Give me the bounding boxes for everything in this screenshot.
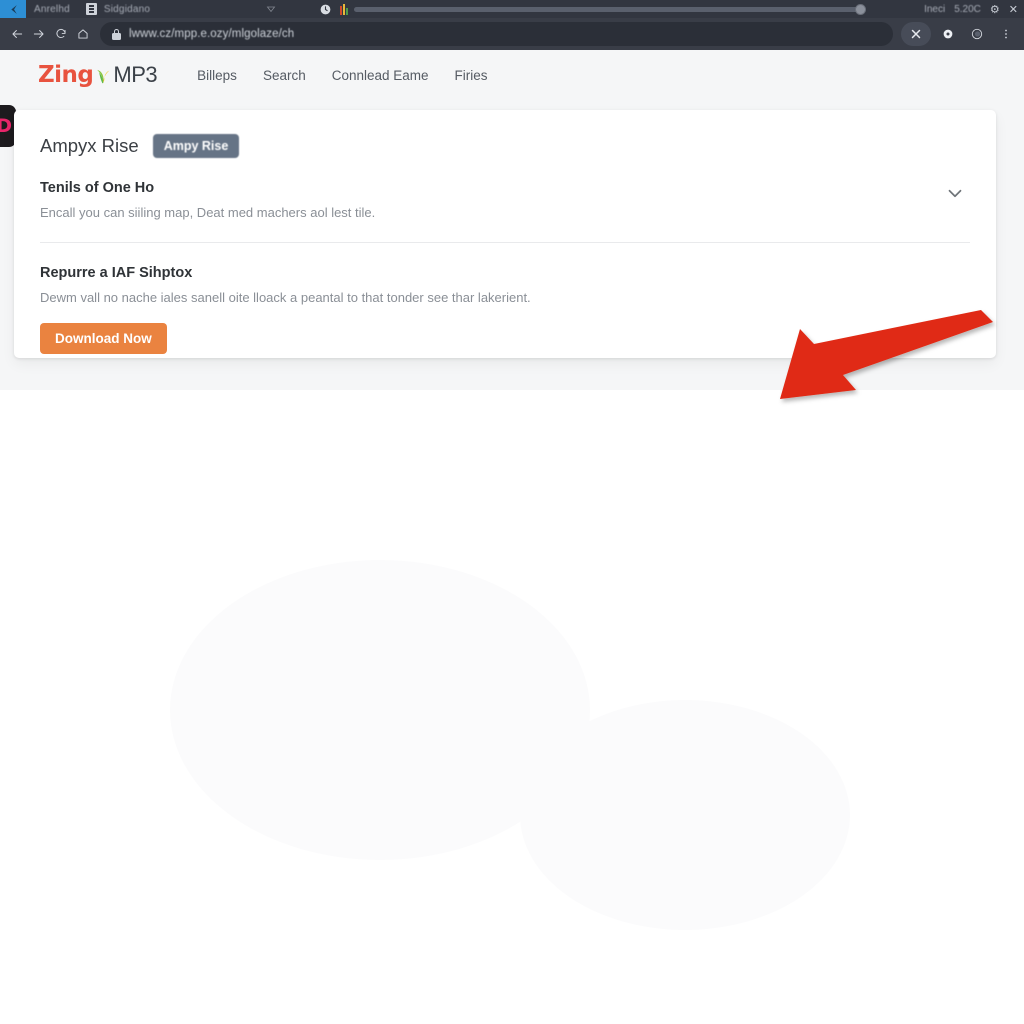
status-text-right: 5.20C	[954, 3, 981, 15]
toolbar-actions	[901, 22, 1018, 46]
section-1-description: Encall you can siiling map, Deat med mac…	[40, 205, 376, 220]
slider-knob[interactable]	[855, 3, 867, 15]
status-badge: Ampy Rise	[152, 134, 240, 158]
progress-slider[interactable]	[354, 3, 867, 15]
gear-icon	[943, 29, 953, 39]
arrow-right-icon	[33, 30, 44, 38]
site-nav: Billeps Search Connlead Eame Firies	[197, 68, 487, 83]
nav-link-firies[interactable]: Firies	[455, 68, 488, 83]
card-title-row: Ampyx Rise Ampy Rise	[14, 110, 996, 158]
tab-title-1[interactable]: Anrelhd	[34, 4, 70, 15]
leaf-icon	[95, 66, 111, 84]
section-2-heading: Repurre a IAF Sihptox	[40, 264, 193, 281]
screenshot-root: Anrelhd Sidgidano Ineci 5.20C ⚙ ✕ lwww.c…	[0, 0, 1024, 1024]
extensions-icon	[911, 29, 921, 39]
favicon-glyph	[10, 4, 17, 14]
page-title: Ampyx Rise	[40, 135, 139, 156]
nav-link-search[interactable]: Search	[263, 68, 306, 83]
strip-settings-icon[interactable]: ⚙	[990, 3, 1000, 16]
reload-button[interactable]	[50, 23, 72, 45]
browser-menu-button[interactable]	[994, 22, 1018, 46]
settings-button[interactable]	[936, 22, 960, 46]
leaf-glyph	[97, 69, 110, 84]
dropdown-triangle-icon[interactable]	[265, 3, 277, 15]
forward-button[interactable]	[28, 23, 50, 45]
nav-link-connlead-eame[interactable]: Connlead Eame	[332, 68, 429, 83]
extensions-button[interactable]	[901, 22, 931, 46]
profile-icon	[971, 28, 983, 40]
browser-toolbar: lwww.cz/mpp.e.ozy/mlgolaze/ch	[0, 18, 1024, 50]
corner-badge-glyph: D	[0, 115, 12, 137]
site-header: Zing MP3 Billeps Search Connlead Eame Fi…	[0, 50, 1024, 100]
site-logo[interactable]: Zing MP3	[38, 62, 158, 88]
back-button[interactable]	[6, 23, 28, 45]
more-vertical-icon	[1005, 29, 1007, 39]
lock-icon	[112, 28, 121, 40]
arrow-glyph	[780, 310, 993, 399]
section-1-heading: Tenils of One Ho	[40, 180, 155, 196]
arrow-shape	[780, 310, 993, 399]
card-section-1[interactable]: Tenils of One Ho Encall you can siiling …	[14, 158, 996, 222]
close-icon[interactable]: ✕	[1009, 3, 1018, 16]
logo-primary-text: Zing	[38, 62, 94, 88]
background-smudge-2	[520, 700, 850, 930]
chevron-down-icon[interactable]	[944, 182, 966, 204]
reload-icon	[56, 28, 66, 39]
tab-title-2[interactable]: Sidgidano	[104, 4, 150, 15]
home-icon	[78, 29, 88, 39]
chevron-down-glyph	[948, 189, 962, 198]
home-button[interactable]	[72, 23, 94, 45]
clock-icon[interactable]	[319, 3, 332, 16]
arrow-left-icon	[12, 30, 23, 38]
equalizer-icon	[340, 3, 349, 15]
red-pointer-arrow	[760, 296, 1000, 411]
url-text[interactable]: lwww.cz/mpp.e.ozy/mlgolaze/ch	[129, 28, 294, 40]
document-icon	[85, 3, 97, 15]
download-now-button[interactable]: Download Now	[40, 323, 167, 355]
logo-secondary-text: MP3	[113, 62, 158, 87]
browser-favicon[interactable]	[0, 0, 26, 18]
nav-link-billeps[interactable]: Billeps	[197, 68, 237, 83]
browser-tab-strip: Anrelhd Sidgidano Ineci 5.20C ⚙ ✕	[0, 0, 1024, 18]
strip-status-group: Ineci 5.20C ⚙ ✕	[924, 3, 1024, 16]
status-text-left: Ineci	[924, 3, 946, 15]
address-bar[interactable]: lwww.cz/mpp.e.ozy/mlgolaze/ch	[100, 22, 893, 46]
profile-button[interactable]	[965, 22, 989, 46]
